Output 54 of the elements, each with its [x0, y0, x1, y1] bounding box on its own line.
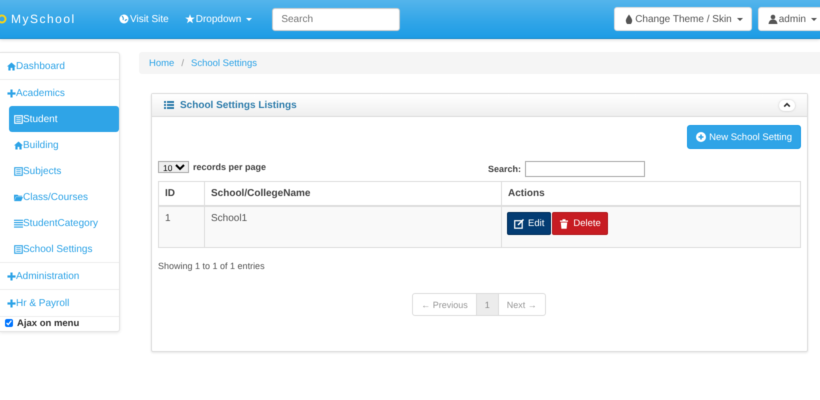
globe-icon: [119, 14, 129, 24]
document-icon: [14, 166, 23, 176]
sidebar-item[interactable]: Subjects: [9, 158, 119, 184]
plus-icon: [7, 88, 16, 98]
breadcrumb-separator: /: [181, 58, 184, 68]
list-icon: [14, 218, 23, 228]
page-size-select[interactable]: 10: [158, 161, 189, 173]
checkbox[interactable]: [5, 319, 13, 327]
checkbox-label: Ajax on menu: [17, 318, 80, 328]
ring-icon: [0, 14, 7, 24]
folder-icon: [14, 192, 23, 202]
collapse-button[interactable]: [779, 100, 795, 110]
panel-title: School Settings Listings: [180, 100, 297, 110]
table-cell: School1: [204, 206, 502, 248]
search-label: Search:: [488, 164, 521, 174]
sidebar-item[interactable]: Academics: [0, 80, 119, 106]
delete-button[interactable]: Delete: [552, 212, 608, 235]
search-field[interactable]: Search: [272, 8, 400, 30]
sidebar-item[interactable]: Administration: [0, 263, 119, 289]
edit-button[interactable]: Edit: [507, 212, 552, 235]
plus-icon: [7, 298, 16, 308]
home-icon: [7, 62, 16, 70]
document-icon: [14, 244, 23, 254]
nav-link[interactable]: Dropdown: [184, 14, 252, 24]
sidebar-item[interactable]: Student: [9, 106, 119, 132]
plus-circle-icon: [696, 132, 706, 142]
brand-name[interactable]: MySchool: [11, 12, 76, 26]
pagination-button[interactable]: 1: [476, 293, 499, 316]
table-cell: 1: [158, 206, 204, 248]
sidebar-item[interactable]: Building: [9, 132, 119, 158]
new-button[interactable]: New School Setting: [687, 125, 801, 149]
sidebar-item[interactable]: Hr & Payroll: [0, 290, 119, 316]
edit-icon: [514, 218, 524, 228]
sidebar-item[interactable]: School Settings: [9, 236, 119, 262]
dropdown-button[interactable]: Change Theme / Skin: [614, 7, 752, 31]
table-search-field[interactable]: [525, 161, 645, 177]
star-icon: [184, 14, 195, 24]
breadcrumb-link[interactable]: School Settings: [190, 58, 257, 68]
sidebar-item[interactable]: Dashboard: [0, 53, 119, 79]
breadcrumb-link[interactable]: Home: [149, 58, 174, 68]
chevron-up-icon: [783, 101, 791, 109]
trash-icon: [559, 218, 570, 228]
user-icon: [768, 14, 778, 24]
entries-info: Showing 1 to 1 of 1 entries: [158, 261, 266, 271]
document-icon: [14, 114, 23, 124]
drop-icon: [624, 14, 634, 24]
list-icon: [164, 100, 174, 110]
sidebar-item[interactable]: StudentCategory: [9, 210, 119, 236]
plus-icon: [7, 272, 16, 280]
page-size-label: records per page: [193, 162, 266, 172]
home-icon: [14, 140, 23, 150]
sidebar-item[interactable]: Class/Courses: [9, 184, 119, 210]
nav-link[interactable]: Visit Site: [119, 14, 169, 24]
dropdown-button[interactable]: admin: [758, 7, 820, 31]
